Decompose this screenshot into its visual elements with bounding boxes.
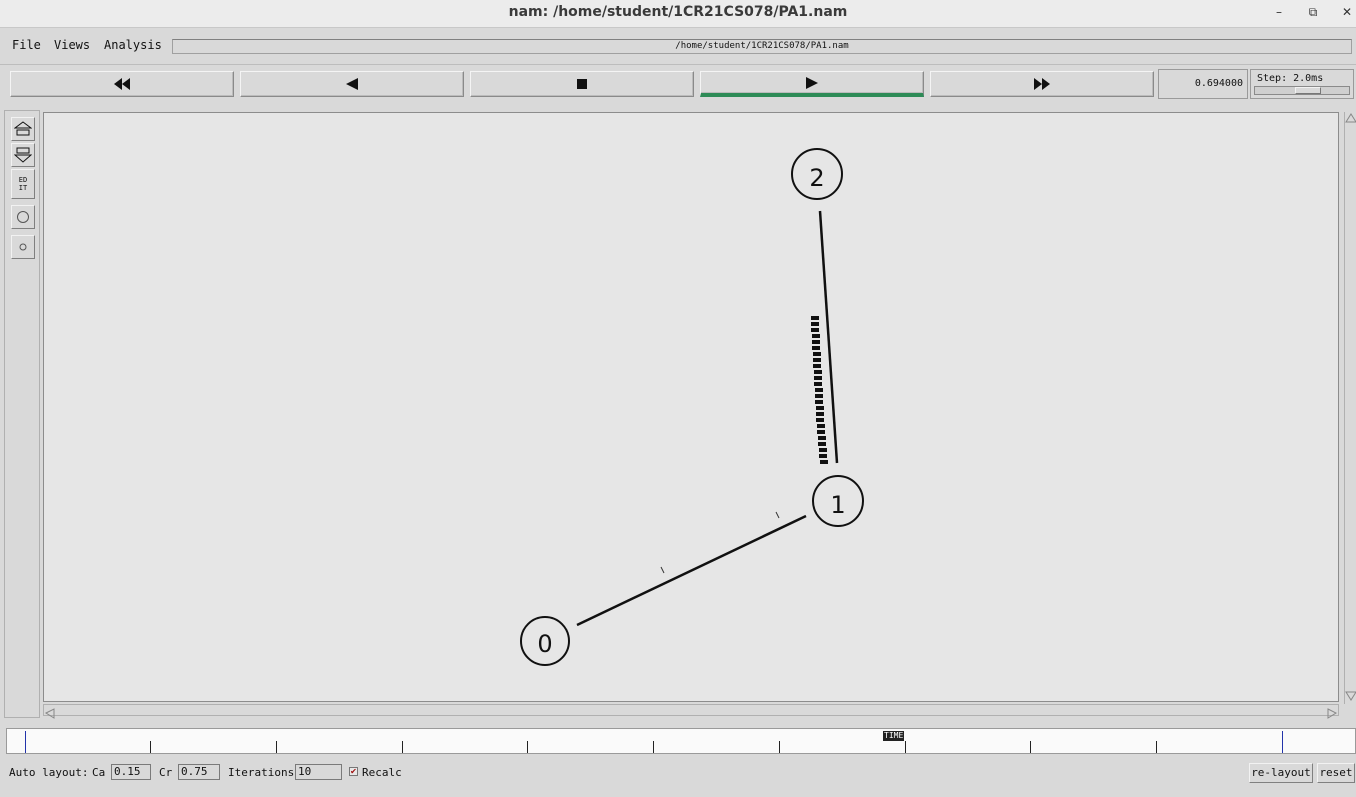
zoom-out-button[interactable] bbox=[11, 143, 35, 167]
horizontal-scrollbar[interactable] bbox=[43, 704, 1339, 719]
timeline-tick bbox=[402, 741, 403, 753]
iterations-input[interactable]: 10 bbox=[295, 764, 342, 780]
zoom-in-button[interactable] bbox=[11, 117, 35, 141]
timeline-tick bbox=[1156, 741, 1157, 753]
timeline-tick bbox=[1030, 741, 1031, 753]
maximize-button[interactable]: ⧉ bbox=[1302, 3, 1324, 21]
timeline-tick bbox=[276, 741, 277, 753]
ca-label: Ca bbox=[92, 766, 106, 779]
timeline-tick bbox=[150, 741, 151, 753]
small-node-tool-button[interactable] bbox=[11, 235, 35, 259]
network-canvas[interactable]: 0 1 2 bbox=[43, 112, 1339, 702]
packet-in-flight bbox=[775, 511, 780, 519]
node-0[interactable]: 0 bbox=[520, 616, 570, 666]
minimize-button[interactable]: – bbox=[1268, 3, 1290, 21]
menu-file[interactable]: File bbox=[12, 38, 41, 52]
packet-in-flight bbox=[660, 566, 665, 574]
step-back-button[interactable] bbox=[240, 71, 464, 97]
recalc-label: Recalc bbox=[362, 766, 402, 779]
step-slider[interactable] bbox=[1254, 86, 1350, 95]
file-path-field: /home/student/1CR21CS078/PA1.nam bbox=[172, 39, 1352, 54]
scroll-arrows-icon bbox=[44, 708, 1338, 719]
window-title: nam: /home/student/1CR21CS078/PA1.nam bbox=[508, 4, 848, 20]
scroll-arrows-icon bbox=[1345, 113, 1356, 701]
current-time-display: 0.694000 bbox=[1158, 69, 1248, 99]
recalc-checkbox[interactable]: ✔ bbox=[349, 767, 358, 776]
back-icon bbox=[346, 78, 358, 90]
timeline-tick bbox=[905, 741, 906, 753]
stop-button[interactable] bbox=[470, 71, 694, 97]
play-button[interactable] bbox=[700, 71, 924, 97]
packet-queue bbox=[811, 316, 828, 464]
fast-forward-button[interactable] bbox=[930, 71, 1154, 97]
title-bar: nam: /home/student/1CR21CS078/PA1.nam – … bbox=[0, 0, 1356, 28]
auto-layout-label: Auto layout: bbox=[9, 766, 89, 779]
ca-input[interactable]: 0.15 bbox=[111, 764, 151, 780]
rewind-icon bbox=[114, 78, 130, 90]
timeline-tick bbox=[527, 741, 528, 753]
rewind-button[interactable] bbox=[10, 71, 234, 97]
play-icon bbox=[806, 76, 818, 89]
network-graph: 0 1 2 bbox=[520, 148, 864, 666]
zoom-out-icon bbox=[14, 147, 32, 163]
fast-forward-icon bbox=[1034, 78, 1050, 90]
left-toolbar: ED IT bbox=[4, 110, 40, 718]
timeline-end-marker bbox=[1282, 731, 1283, 753]
auto-layout-bar: Auto layout: Ca 0.15 Cr 0.75 Iterations … bbox=[0, 760, 1356, 786]
node-1[interactable]: 1 bbox=[812, 475, 864, 527]
menu-analysis[interactable]: Analysis bbox=[104, 38, 162, 52]
circle-icon bbox=[17, 211, 29, 223]
edit-button[interactable]: ED IT bbox=[11, 169, 35, 199]
timeline-slider[interactable]: TIME bbox=[6, 728, 1356, 754]
zoom-in-icon bbox=[14, 121, 32, 136]
timeline-start-marker bbox=[25, 731, 26, 753]
step-slider-thumb[interactable] bbox=[1295, 87, 1321, 94]
link-0-1 bbox=[576, 514, 807, 627]
timeline-time-marker[interactable]: TIME bbox=[883, 731, 905, 741]
timeline-tick bbox=[653, 741, 654, 753]
iterations-label: Iterations bbox=[228, 766, 295, 779]
vertical-scrollbar[interactable] bbox=[1344, 112, 1356, 704]
node-2[interactable]: 2 bbox=[791, 148, 843, 200]
cr-label: Cr bbox=[159, 766, 173, 779]
node-0-label: 0 bbox=[537, 630, 552, 658]
timeline-tick bbox=[779, 741, 780, 753]
small-circle-icon bbox=[19, 243, 27, 251]
node-2-label: 2 bbox=[809, 164, 824, 192]
node-tool-button[interactable] bbox=[11, 205, 35, 229]
relayout-button[interactable]: re-layout bbox=[1249, 763, 1313, 783]
menu-views[interactable]: Views bbox=[54, 38, 90, 52]
close-button[interactable]: ✕ bbox=[1336, 3, 1356, 21]
node-1-label: 1 bbox=[830, 491, 845, 519]
step-label: Step: 2.0ms bbox=[1257, 73, 1324, 84]
step-control: Step: 2.0ms bbox=[1250, 69, 1354, 99]
reset-button[interactable]: reset bbox=[1317, 763, 1355, 783]
playback-controls bbox=[0, 64, 1356, 104]
stop-icon bbox=[577, 79, 587, 89]
cr-input[interactable]: 0.75 bbox=[178, 764, 220, 780]
